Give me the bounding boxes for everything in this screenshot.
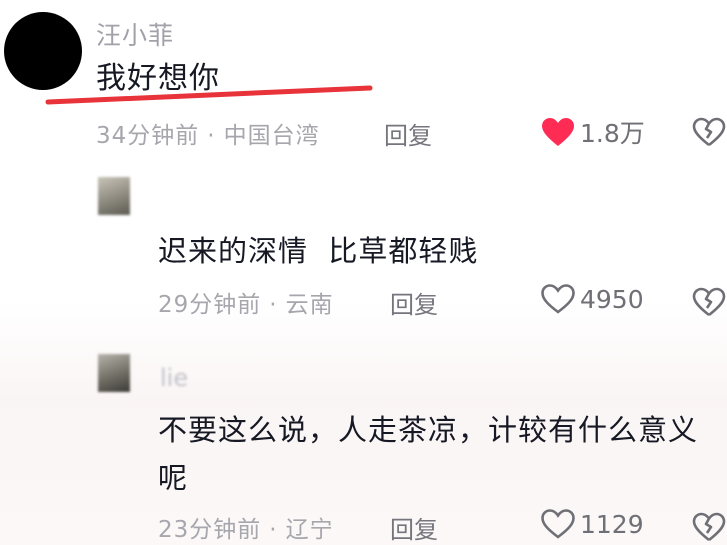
meta-separator: · [269, 292, 278, 318]
avatar[interactable] [98, 354, 130, 392]
comment-username[interactable]: 汪小菲 [96, 16, 174, 52]
broken-heart-icon[interactable] [692, 287, 726, 317]
reply-button[interactable]: 回复 [384, 116, 432, 151]
heart-outline-icon [541, 509, 575, 539]
reply-button[interactable]: 回复 [390, 285, 438, 320]
like-count: 4950 [580, 284, 644, 314]
like-button[interactable]: 1129 [540, 508, 644, 540]
heart-outline-icon [541, 284, 575, 314]
broken-heart-icon[interactable] [692, 512, 726, 542]
reply-button[interactable]: 回复 [390, 510, 438, 545]
comment-item: 汪小菲 我好想你 34分钟前 · 中国台湾 回复 1.8万 [0, 0, 727, 165]
meta-separator: · [207, 123, 216, 149]
broken-heart-icon[interactable] [692, 117, 726, 147]
comment-text: 不要这么说，人走茶凉，计较有什么意义呢 [158, 413, 699, 495]
comment-text: 迟来的深情 比草都轻贱 [158, 234, 479, 268]
red-underline-annotation [45, 85, 373, 105]
comment-time: 29分钟前 [158, 292, 262, 318]
comment-time: 34分钟前 [96, 123, 200, 149]
like-button[interactable]: 1.8万 [540, 114, 645, 150]
comment-meta: 34分钟前 · 中国台湾 [96, 116, 320, 150]
like-button[interactable]: 4950 [540, 283, 644, 315]
comment-item: 迟来的深情 比草都轻贱 29分钟前 · 云南 回复 4950 [0, 165, 727, 340]
avatar[interactable] [98, 177, 130, 215]
comment-location: 云南 [285, 292, 334, 318]
comment-meta: 23分钟前 · 辽宁 [158, 510, 334, 544]
comment-time: 23分钟前 [158, 517, 262, 543]
comment-username[interactable]: lie [160, 364, 188, 392]
like-count: 1.8万 [580, 119, 645, 148]
meta-separator: · [269, 517, 278, 543]
comment-location: 中国台湾 [223, 123, 320, 149]
avatar[interactable] [4, 12, 82, 90]
heart-filled-icon [542, 118, 574, 146]
like-count: 1129 [580, 509, 644, 539]
comment-location: 辽宁 [285, 517, 334, 543]
comment-item: lie 不要这么说，人走茶凉，计较有什么意义呢 23分钟前 · 辽宁 回复 1129 [0, 340, 727, 545]
comment-meta: 29分钟前 · 云南 [158, 285, 334, 319]
